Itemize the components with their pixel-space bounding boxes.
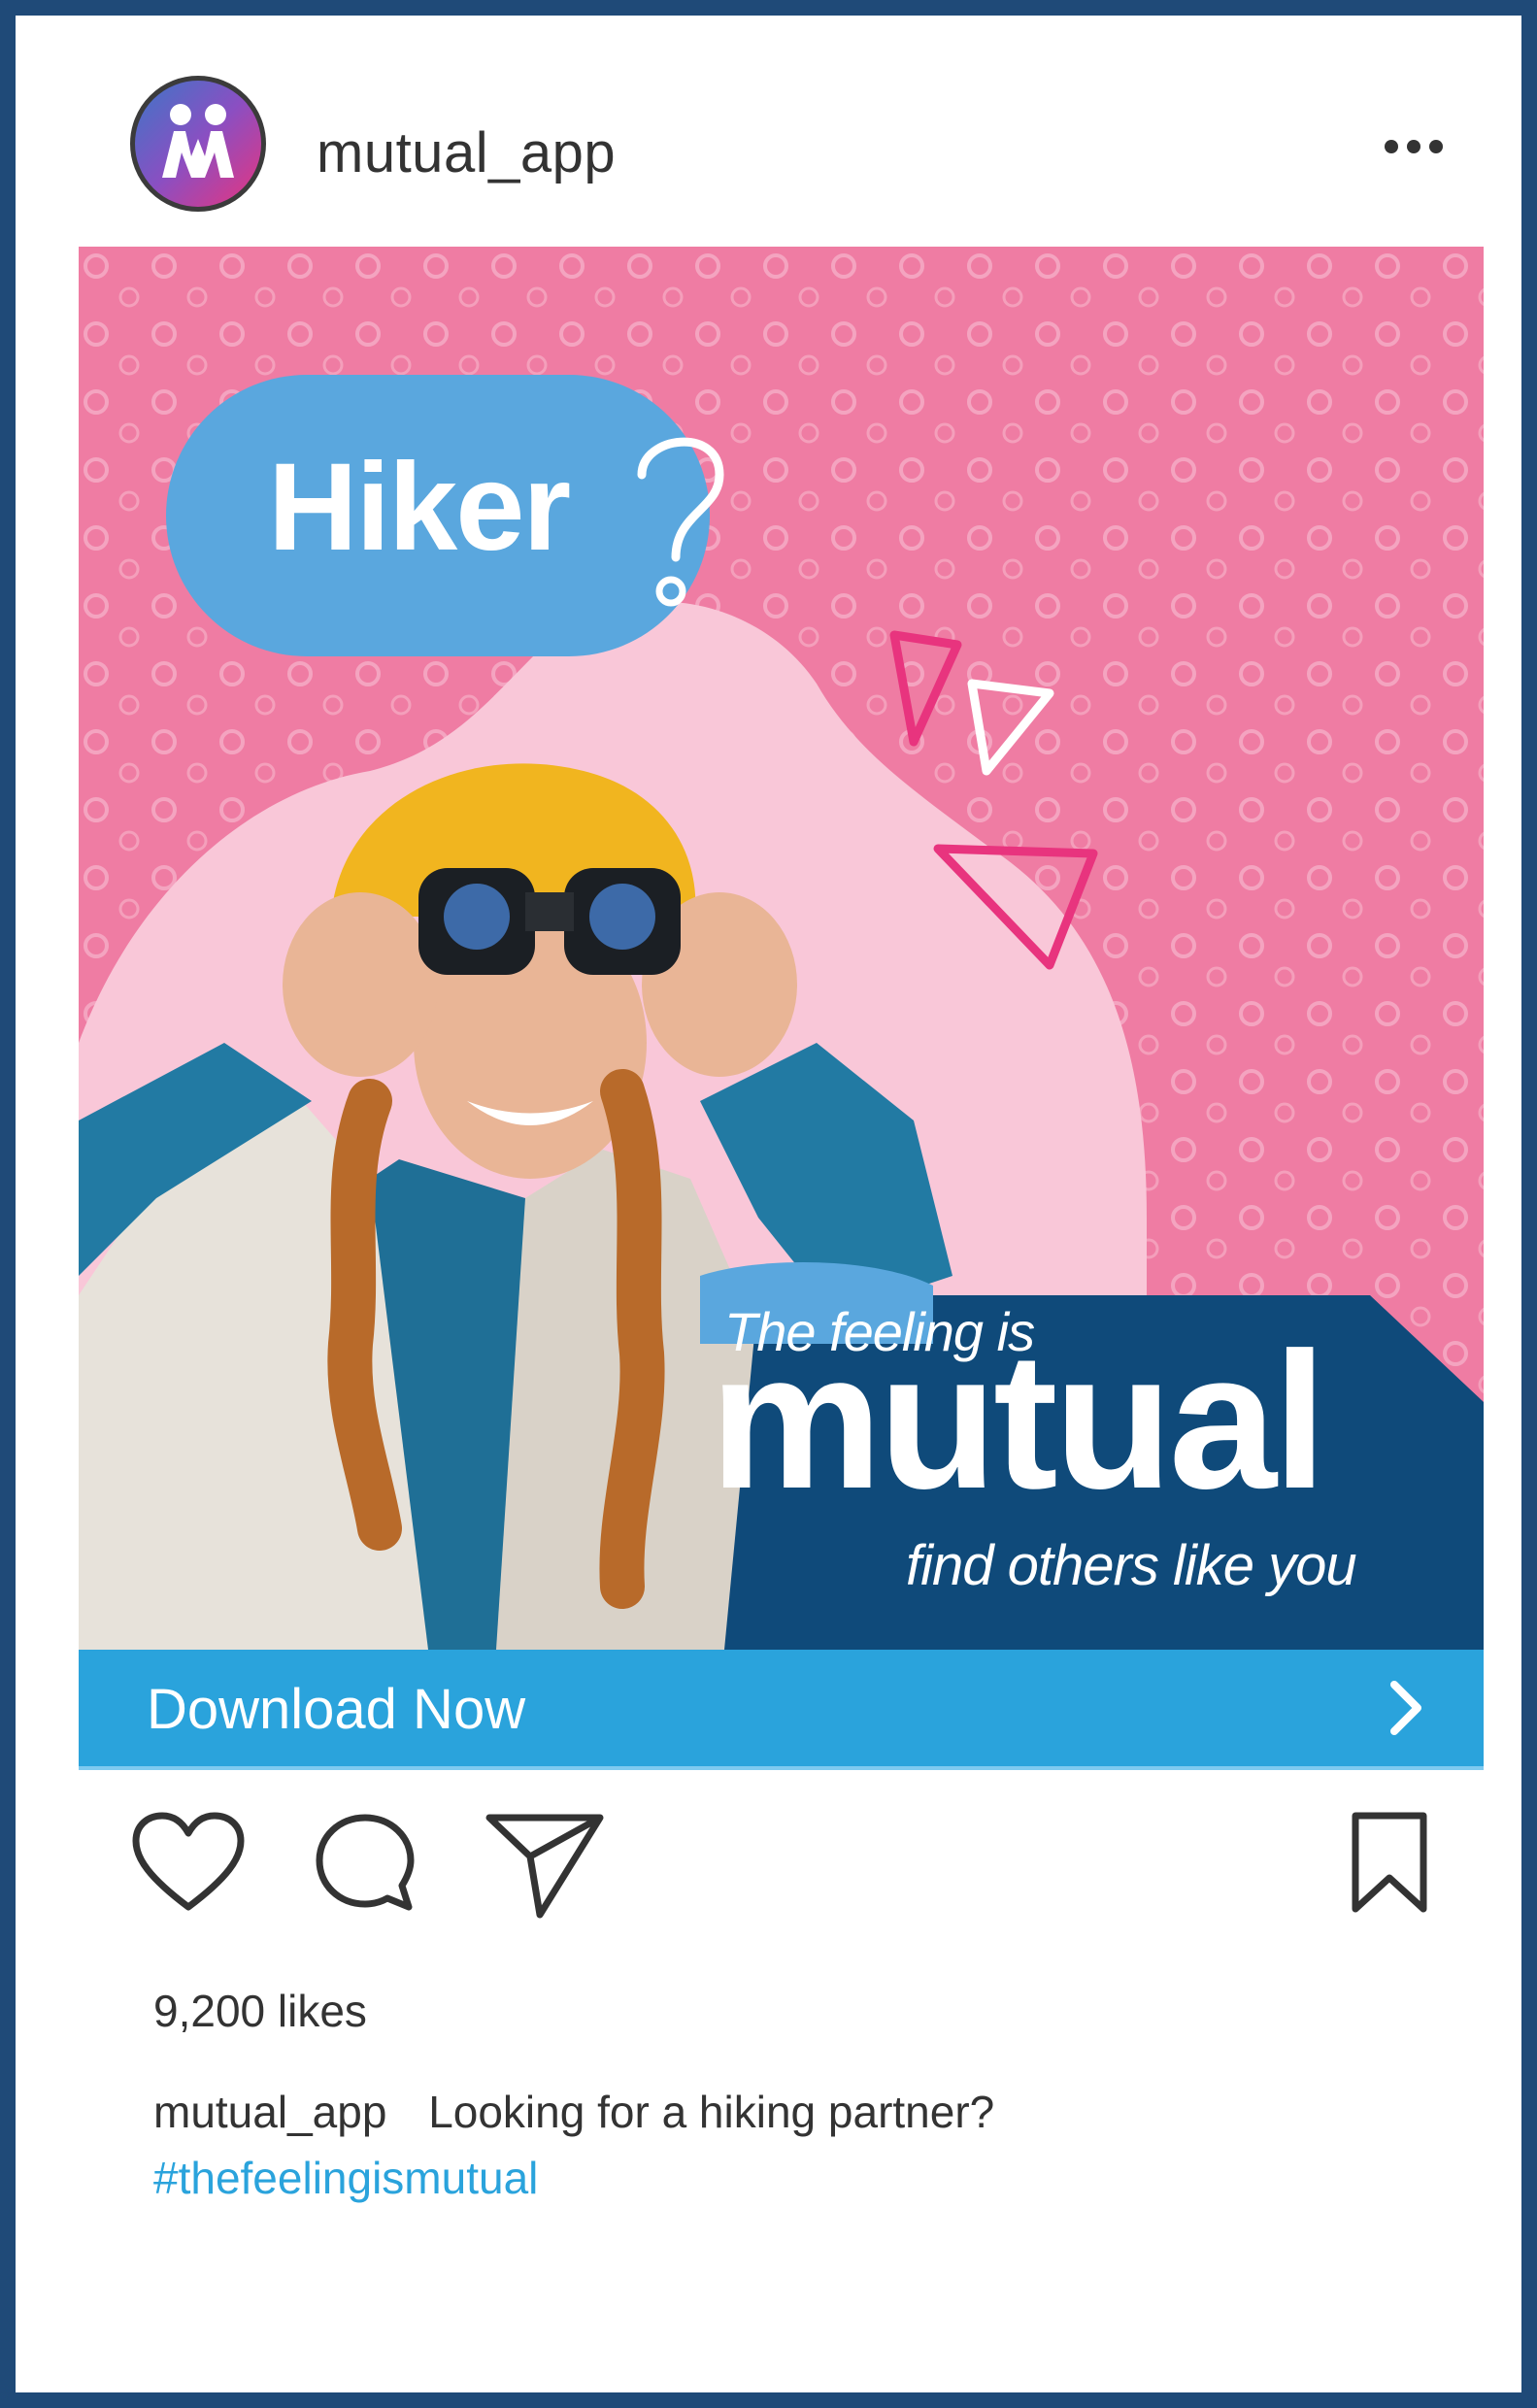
tagline-main: mutual — [710, 1313, 1327, 1529]
more-horizontal-icon — [1385, 140, 1398, 153]
caption: mutual_app Looking for a hiking partner? — [153, 2086, 994, 2138]
send-icon[interactable] — [482, 1806, 608, 1923]
caption-username[interactable]: mutual_app — [153, 2087, 386, 2137]
post-card: mutual_app Hiker The feeling is mutual f… — [16, 16, 1521, 2392]
caption-text: Looking for a hiking partner? — [428, 2087, 995, 2137]
bookmark-icon[interactable] — [1346, 1810, 1433, 1917]
question-mark-icon — [637, 437, 724, 607]
heart-icon[interactable] — [130, 1810, 247, 1917]
download-label: Download Now — [147, 1678, 526, 1741]
tagline-sub: find others like you — [906, 1534, 1357, 1597]
likes-count[interactable]: 9,200 likes — [153, 1985, 367, 2037]
hiker-text: Hiker — [268, 438, 571, 577]
download-now-button[interactable]: Download Now — [79, 1650, 1484, 1766]
post-username[interactable]: mutual_app — [317, 120, 616, 185]
more-options-button[interactable] — [1370, 117, 1457, 176]
chevron-right-icon — [1390, 1681, 1421, 1735]
ad-image[interactable]: Hiker The feeling is mutual find others … — [79, 247, 1484, 1650]
mutual-logo-icon — [162, 104, 234, 178]
comment-icon[interactable] — [312, 1810, 418, 1917]
profile-avatar[interactable] — [130, 76, 266, 212]
caption-hashtag[interactable]: #thefeelingismutual — [153, 2152, 538, 2204]
